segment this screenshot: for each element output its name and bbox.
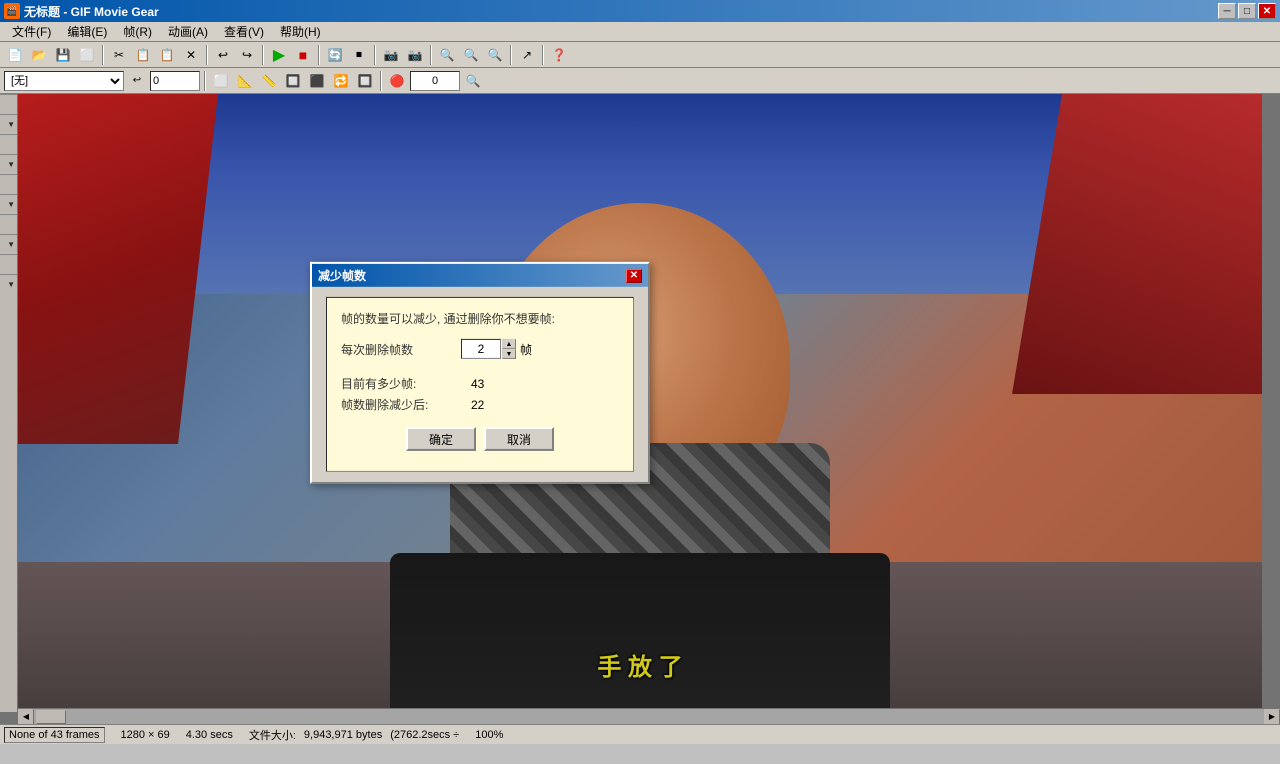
cancel-button[interactable]: 取消 [484,427,554,451]
spacer [341,367,619,375]
dialog-title: 减少帧数 [318,267,366,284]
zoom-level: 100% [475,729,503,741]
delete-count-label: 每次删除帧数 [341,340,461,357]
dialog-description: 帧的数量可以减少, 通过删除你不想要帧: [341,310,619,327]
stop-button[interactable]: ■ [292,44,314,66]
zoom-out-button[interactable]: 🔍 [460,44,482,66]
cut-button[interactable]: ✂ [108,44,130,66]
dialog-buttons: 确定 取消 [341,417,619,459]
minimize-button[interactable]: ─ [1218,3,1236,19]
spin-up-button[interactable]: ▲ [502,339,516,349]
toolbar2-separator2 [380,71,382,91]
ok-button[interactable]: 确定 [406,427,476,451]
menu-view[interactable]: 查看(V) [216,21,272,42]
after-delete-value: 22 [471,397,484,411]
delete-count-input[interactable] [461,339,501,359]
toolbar2-separator [204,71,206,91]
window-title: 无标题 - GIF Movie Gear [24,3,159,20]
delete-button[interactable]: ✕ [180,44,202,66]
separator-4 [318,45,320,65]
toolbar-frame: [无] ↩ 0 ⬜ 📐 📏 🔲 ⬛ 🔁 🔲 🔴 0 🔍 [0,68,1280,94]
stop2-button[interactable]: ⏹ [348,44,370,66]
tb2-btn8[interactable]: 🔴 [386,70,408,92]
tb2-btn2[interactable]: 📐 [234,70,256,92]
delete-count-row: 每次删除帧数 ▲ ▼ 帧 [341,339,619,359]
menu-animation[interactable]: 动画(A) [160,21,216,42]
tb2-btn1[interactable]: ⬜ [210,70,232,92]
separator-3 [262,45,264,65]
dialog-close-button[interactable]: ✕ [626,268,642,282]
add-frame2-button[interactable]: 📷 [404,44,426,66]
save-button[interactable]: 💾 [52,44,74,66]
zoom-fit-button[interactable]: 🔍 [484,44,506,66]
play-button[interactable]: ▶ [268,44,290,66]
add-frame-button[interactable]: 📷 [380,44,402,66]
separator-1 [102,45,104,65]
modal-overlay: 减少帧数 ✕ 帧的数量可以减少, 通过删除你不想要帧: 每次删除帧数 ▲ [0,94,1280,724]
refresh-small-button[interactable]: ↩ [126,70,148,92]
separator-6 [430,45,432,65]
dimensions-info: 1280 × 69 [121,729,170,741]
copy-button[interactable]: 📋 [132,44,154,66]
tb2-btn5[interactable]: ⬛ [306,70,328,92]
arrow-button[interactable]: ↗ [516,44,538,66]
menu-help[interactable]: 帮助(H) [272,21,329,42]
open-button[interactable]: 📂 [28,44,50,66]
main-area: ▼ ▼ ▼ ▼ ▼ 手 放 了 [0,94,1280,724]
current-frames-label: 目前有多少帧: [341,375,471,392]
separator-7 [510,45,512,65]
zoom-in-button[interactable]: 🔍 [436,44,458,66]
tb2-btn4[interactable]: 🔲 [282,70,304,92]
current-frames-row: 目前有多少帧: 43 [341,375,619,392]
current-frames-value: 43 [471,376,484,390]
frame-unit-label: 帧 [520,340,532,357]
spin-arrows: ▲ ▼ [502,339,516,359]
file-size-value: 9,943,971 bytes [304,729,382,741]
frame-number-input[interactable]: 0 [410,71,460,91]
frame-display-input: 0 [150,71,200,91]
titlebar: 🎬 无标题 - GIF Movie Gear ─ □ ✕ [0,0,1280,22]
preset-dropdown[interactable]: [无] [4,71,124,91]
separator-2 [206,45,208,65]
titlebar-buttons: ─ □ ✕ [1218,3,1276,19]
menu-file[interactable]: 文件(F) [4,21,59,42]
undo-button[interactable]: ↩ [212,44,234,66]
reduce-frames-dialog: 减少帧数 ✕ 帧的数量可以减少, 通过删除你不想要帧: 每次删除帧数 ▲ [310,262,650,484]
spin-down-button[interactable]: ▼ [502,349,516,359]
duration-info: 4.30 secs [186,729,233,741]
refresh-button[interactable]: 🔄 [324,44,346,66]
menubar: 文件(F) 编辑(E) 帧(R) 动画(A) 查看(V) 帮助(H) [0,22,1280,42]
after-delete-row: 帧数删除减少后: 22 [341,396,619,413]
tb2-btn3[interactable]: 📏 [258,70,280,92]
redo-button[interactable]: ↪ [236,44,258,66]
tb2-search-button[interactable]: 🔍 [462,70,484,92]
dialog-inner: 帧的数量可以减少, 通过删除你不想要帧: 每次删除帧数 ▲ ▼ 帧 [326,297,634,472]
window: 🎬 无标题 - GIF Movie Gear ─ □ ✕ 文件(F) 编辑(E)… [0,0,1280,764]
tb2-btn7[interactable]: 🔲 [354,70,376,92]
close-button[interactable]: ✕ [1258,3,1276,19]
menu-edit[interactable]: 编辑(E) [59,21,115,42]
menu-frame[interactable]: 帧(R) [115,21,160,42]
dialog-titlebar: 减少帧数 ✕ [312,264,648,287]
frames-info: None of 43 frames [4,727,105,743]
paste-button[interactable]: 📋 [156,44,178,66]
dialog-content: 帧的数量可以减少, 通过删除你不想要帧: 每次删除帧数 ▲ ▼ 帧 [312,287,648,482]
tb2-btn6[interactable]: 🔁 [330,70,352,92]
help-button[interactable]: ❓ [548,44,570,66]
after-delete-label: 帧数删除减少后: [341,396,471,413]
statusbar: None of 43 frames 1280 × 69 4.30 secs 文件… [0,724,1280,744]
frame-display-value: 0 [153,75,159,87]
titlebar-left: 🎬 无标题 - GIF Movie Gear [4,3,159,20]
separator-5 [374,45,376,65]
toolbar-main: 📄 📂 💾 ⬜ ✂ 📋 📋 ✕ ↩ ↪ ▶ ■ 🔄 ⏹ 📷 📷 🔍 🔍 🔍 ↗ … [0,42,1280,68]
file-size-label: 文件大小: [249,727,296,743]
new-button[interactable]: 📄 [4,44,26,66]
new-blank-button[interactable]: ⬜ [76,44,98,66]
maximize-button[interactable]: □ [1238,3,1256,19]
separator-8 [542,45,544,65]
timing-info: (2762.2secs ÷ [390,729,459,741]
app-icon: 🎬 [4,3,20,19]
